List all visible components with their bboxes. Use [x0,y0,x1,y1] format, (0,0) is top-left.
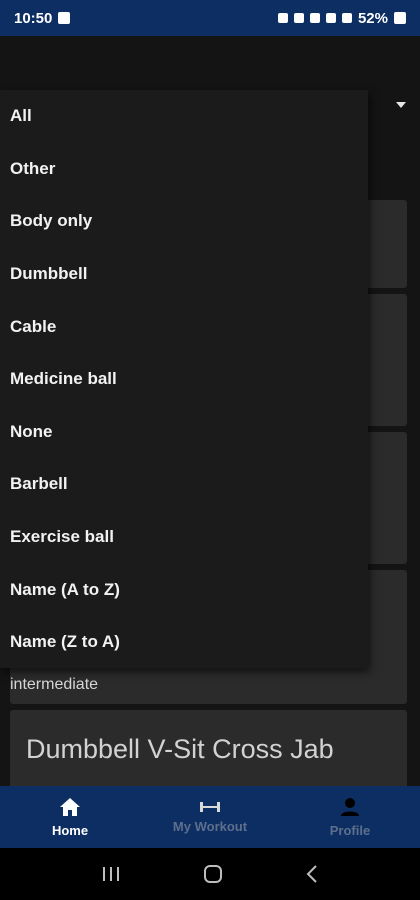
alarm-icon [293,13,304,23]
status-time: 10:50 [14,9,53,27]
battery-icon [394,12,406,24]
fitness-icon [200,801,220,812]
app-content: intermediate Dumbbell V-Sit Cross Jab Al… [0,36,420,800]
menu-item-other[interactable]: Other [0,143,368,196]
exercise-title: Dumbbell V-Sit Cross Jab [26,734,334,764]
nav-my-workout-label: My Workout [172,818,248,834]
menu-item-name-a-to-z[interactable]: Name (A to Z) [0,563,368,616]
system-navigation-bar [0,848,420,900]
nav-home-label: Home [51,822,89,838]
lock-icon [277,13,288,23]
menu-item-name-z-to-a[interactable]: Name (Z to A) [0,616,368,669]
back-icon[interactable] [305,864,319,884]
person-icon [341,797,359,816]
recent-apps-icon[interactable] [101,865,121,883]
signal-icon [341,13,352,23]
menu-item-dumbbell[interactable]: Dumbbell [0,248,368,301]
nav-my-workout[interactable]: My Workout [140,786,280,848]
menu-item-barbell[interactable]: Barbell [0,458,368,511]
home-icon [60,797,80,816]
menu-item-medicine-ball[interactable]: Medicine ball [0,353,368,406]
menu-item-exercise-ball[interactable]: Exercise ball [0,511,368,564]
battery-percent: 52% [357,9,388,27]
status-bar: 10:50 52% [0,0,420,36]
menu-item-cable[interactable]: Cable [0,300,368,353]
filter-dropdown-menu: All Other Body only Dumbbell Cable Medic… [0,90,368,668]
dropdown-arrow-icon[interactable] [396,102,406,108]
gallery-icon [58,12,71,24]
wifi-icon [325,13,336,23]
nav-profile[interactable]: Profile [280,786,420,848]
mute-icon [309,13,320,23]
menu-item-none[interactable]: None [0,406,368,459]
menu-item-body-only[interactable]: Body only [0,195,368,248]
nav-profile-label: Profile [329,822,371,838]
exercise-level: intermediate [10,676,99,693]
menu-item-all[interactable]: All [0,90,368,143]
bottom-navigation: Home My Workout Profile [0,786,420,848]
nav-home[interactable]: Home [0,786,140,848]
home-button-icon[interactable] [203,864,223,884]
